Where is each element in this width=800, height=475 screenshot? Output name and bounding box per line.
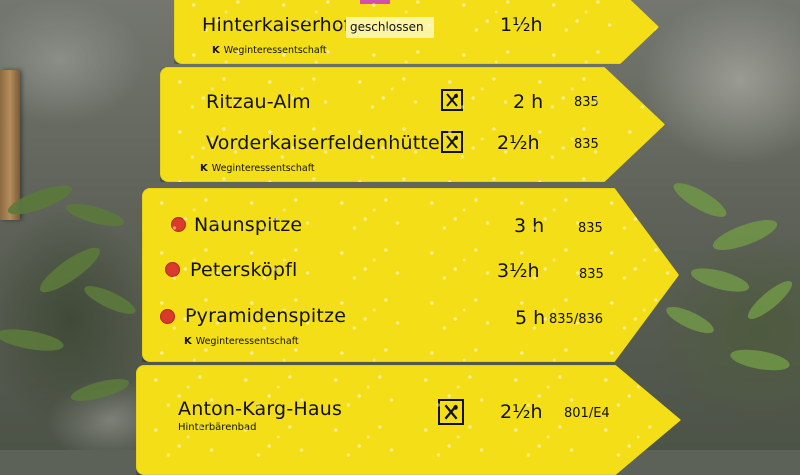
restaurant-icon xyxy=(438,399,464,425)
route-number: 835 xyxy=(578,221,603,236)
destination-label: Vorderkaiserfeldenhütte xyxy=(206,132,440,154)
association-logo-icon: K xyxy=(200,163,208,174)
destination-label: Naunspitze xyxy=(194,214,303,236)
closed-note-label: geschlossen xyxy=(346,17,434,38)
trail-sign-anton-karg-haus: Anton-Karg-Haus Hinterbärenbad 2½h 801/E… xyxy=(136,365,681,475)
route-number: 801/E4 xyxy=(564,406,610,421)
route-number: 835 xyxy=(574,95,599,110)
walking-time: 2½h xyxy=(497,132,540,154)
walking-time: 2 h xyxy=(513,91,544,113)
route-number: 835/836 xyxy=(549,312,604,327)
summit-dot-icon xyxy=(160,309,175,324)
trail-sign-naunspitze: Naunspitze 3 h 835 Petersköpfl 3½h 835 P… xyxy=(142,188,679,362)
walking-time: 2½h xyxy=(500,401,543,423)
destination-label: Pyramidenspitze xyxy=(185,305,347,327)
summit-dot-icon xyxy=(165,262,180,277)
association-logo-icon: K xyxy=(184,336,192,347)
route-number: 835 xyxy=(574,137,599,152)
restaurant-icon xyxy=(441,89,463,111)
walking-time: 1½h xyxy=(500,14,543,36)
trail-sign-hinterkaiserhof: Hinterkaiserhof geschlossen 1½h K Weginte… xyxy=(174,0,659,64)
trail-sign-ritzau-alm: Ritzau-Alm 2 h 835 Vorderkaiserfeldenhüt… xyxy=(160,67,665,182)
destination-label: Ritzau-Alm xyxy=(206,91,311,113)
restaurant-icon xyxy=(441,131,463,153)
destination-subtitle: Hinterbärenbad xyxy=(178,422,257,433)
walking-time: 3 h xyxy=(514,215,545,237)
destination-label: Anton-Karg-Haus xyxy=(178,398,343,420)
association-label: K Weginteressentschaft xyxy=(212,45,327,56)
association-label: K Weginteressentschaft xyxy=(200,163,315,174)
magenta-sticker xyxy=(360,0,390,4)
destination-label: Petersköpfl xyxy=(190,259,298,281)
route-number: 835 xyxy=(579,267,604,282)
association-label: K Weginteressentschaft xyxy=(184,336,299,347)
association-logo-icon: K xyxy=(212,45,220,56)
destination-label: Hinterkaiserhof xyxy=(202,14,351,36)
summit-dot-icon xyxy=(171,217,186,232)
walking-time: 3½h xyxy=(497,260,540,282)
walking-time: 5 h xyxy=(515,307,546,329)
